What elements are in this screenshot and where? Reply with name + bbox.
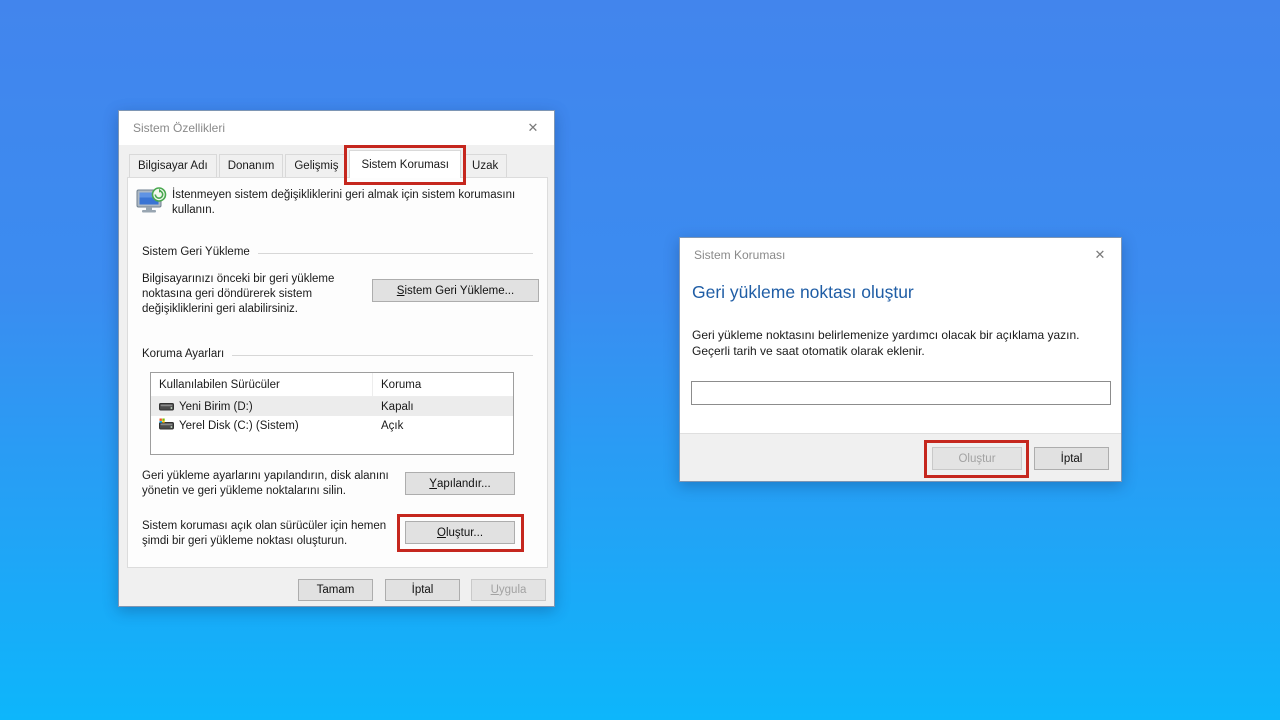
drive-icon [159, 400, 174, 414]
window-title: Sistem Koruması [694, 248, 785, 262]
title-bar[interactable]: Sistem Özellikleri ✕ [119, 111, 554, 145]
table-row-drive-d[interactable]: Yeni Birim (D:) Kapalı [151, 397, 513, 416]
drives-table: Kullanılabilen Sürücüler Koruma Yeni Bir… [150, 372, 514, 455]
system-properties-dialog: Sistem Özellikleri ✕ Bilgisayar Adı Dona… [118, 110, 555, 607]
tab-strip: Bilgisayar Adı Donanım Gelişmiş Sistem K… [119, 145, 554, 177]
tab-bilgisayar-adi[interactable]: Bilgisayar Adı [129, 154, 217, 177]
group-label: Sistem Geri Yükleme [142, 246, 250, 258]
tab-gelismis[interactable]: Gelişmiş [285, 154, 347, 177]
window-title: Sistem Özellikleri [133, 121, 225, 135]
create-restore-point-button[interactable]: Oluştur... [405, 521, 515, 544]
drive-name: Yeni Birim (D:) [179, 401, 253, 413]
system-protection-tab-page: İstenmeyen sistem değişikliklerini geri … [127, 177, 548, 568]
system-drive-icon [159, 418, 174, 433]
desktop-background: Sistem Özellikleri ✕ Bilgisayar Adı Dona… [0, 0, 1280, 720]
system-restore-button[interactable]: Sistem Geri Yükleme... [372, 279, 539, 302]
group-protection-settings: Koruma Ayarları [142, 348, 533, 360]
table-row-drive-c[interactable]: Yerel Disk (C:) (Sistem) Açık [151, 416, 513, 435]
close-icon[interactable]: ✕ [1090, 246, 1110, 264]
group-divider [232, 355, 533, 356]
dialog-main-instruction: Geri yükleme noktası oluştur [692, 282, 914, 303]
ok-button[interactable]: Tamam [298, 579, 373, 601]
tab-intro-text: İstenmeyen sistem değişikliklerini geri … [172, 188, 536, 218]
group-system-restore: Sistem Geri Yükleme [142, 246, 533, 258]
dialog-description: Geri yükleme noktasını belirlemenize yar… [692, 327, 1118, 359]
col-header-protection[interactable]: Koruma [373, 379, 513, 391]
tab-donanim[interactable]: Donanım [219, 154, 284, 177]
group-label: Koruma Ayarları [142, 348, 224, 360]
title-bar[interactable]: Sistem Koruması ✕ [680, 238, 1121, 272]
restore-description: Bilgisayarınızı önceki bir geri yükleme … [142, 272, 378, 317]
cancel-button[interactable]: İptal [1034, 447, 1109, 470]
drive-status: Kapalı [373, 401, 513, 413]
tab-uzak[interactable]: Uzak [463, 154, 507, 177]
drive-status: Açık [373, 420, 513, 432]
tab-sistem-korumasi[interactable]: Sistem Koruması [349, 150, 461, 178]
configure-description: Geri yükleme ayarlarını yapılandırın, di… [142, 469, 400, 499]
restore-point-name-input[interactable] [691, 381, 1111, 405]
drives-table-header: Kullanılabilen Sürücüler Koruma [151, 373, 513, 397]
create-description: Sistem koruması açık olan sürücüler için… [142, 519, 404, 549]
system-restore-icon [135, 186, 167, 221]
create-restore-point-dialog: Sistem Koruması ✕ Geri yükleme noktası o… [679, 237, 1122, 482]
configure-button[interactable]: Yapılandır... [405, 472, 515, 495]
create-button[interactable]: Oluştur [932, 447, 1022, 470]
apply-button[interactable]: Uygula [471, 579, 546, 601]
close-icon[interactable]: ✕ [523, 119, 543, 137]
cancel-button[interactable]: İptal [385, 579, 460, 601]
group-divider [258, 253, 533, 254]
drive-name: Yerel Disk (C:) (Sistem) [179, 420, 299, 432]
col-header-drives[interactable]: Kullanılabilen Sürücüler [151, 373, 373, 396]
